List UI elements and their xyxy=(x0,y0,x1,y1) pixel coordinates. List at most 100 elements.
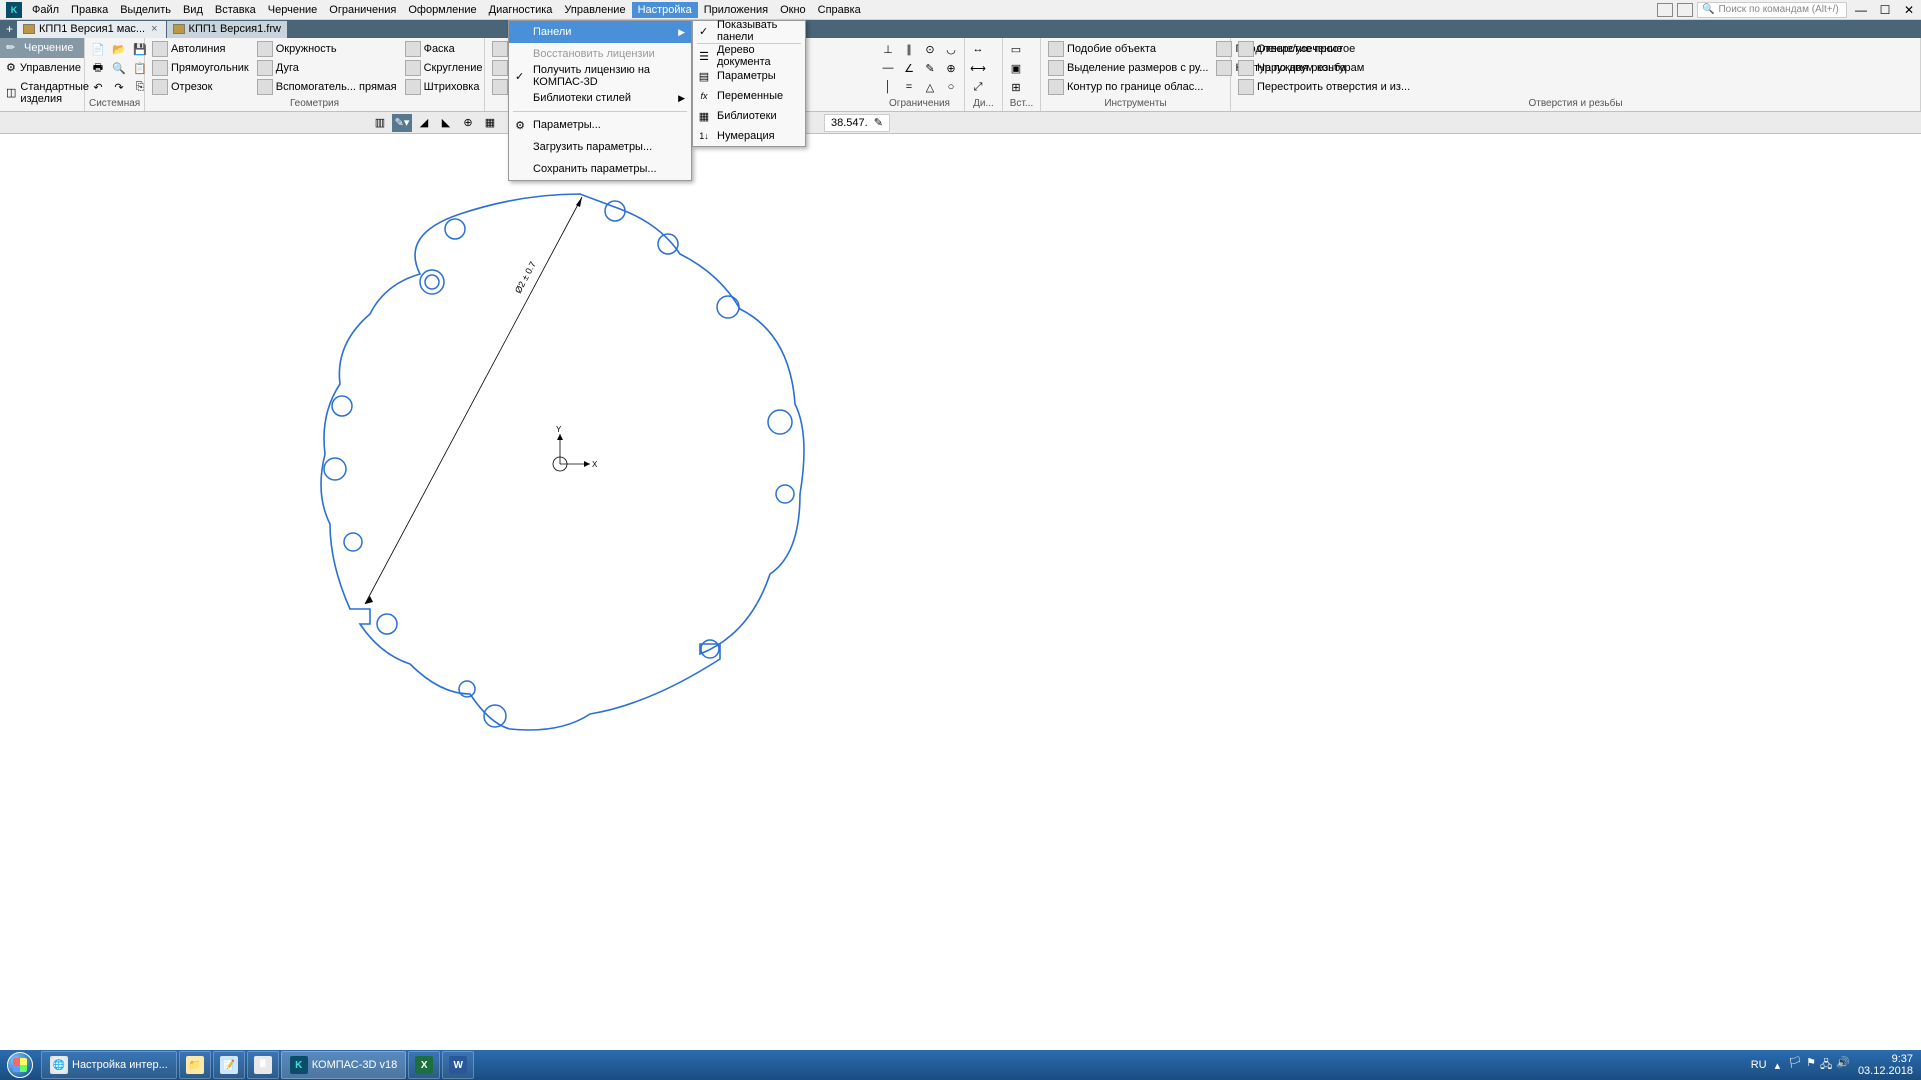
tray-up-icon[interactable]: ▴ xyxy=(1775,1059,1781,1072)
c-icon[interactable]: ∠ xyxy=(900,59,918,77)
opt-btn[interactable]: ◣ xyxy=(436,114,456,132)
btn-contour[interactable]: Контур по границе облас... xyxy=(1045,78,1211,96)
dd-panels[interactable]: Панели▶ xyxy=(509,21,691,43)
c-icon[interactable]: ○ xyxy=(942,78,960,96)
btn-rebuild[interactable]: Перестроить отверстия и из... xyxy=(1235,78,1413,96)
dd-get-license[interactable]: ✓Получить лицензию на КОМПАС-3D xyxy=(509,65,691,87)
tab-close[interactable]: × xyxy=(149,23,159,35)
tab-0[interactable]: КПП1 Версия1 мас... × xyxy=(17,21,166,38)
new-icon[interactable]: 📄 xyxy=(89,40,107,58)
c-icon[interactable]: ∥ xyxy=(900,40,918,58)
print-icon[interactable]: 🖶 xyxy=(89,59,107,77)
menu-apps[interactable]: Приложения xyxy=(698,2,774,18)
close-button[interactable]: ✕ xyxy=(1899,2,1919,18)
start-button[interactable] xyxy=(0,1050,40,1080)
menu-constraints[interactable]: Ограничения xyxy=(323,2,402,18)
opt-btn[interactable]: ◢ xyxy=(414,114,434,132)
btn-chamfer[interactable]: Фаска xyxy=(402,40,486,58)
command-search[interactable]: 🔍Поиск по командам (Alt+/) xyxy=(1697,2,1847,18)
v-icon[interactable]: ▣ xyxy=(1007,59,1025,77)
new-tab-button[interactable]: + xyxy=(2,22,17,36)
menu-window[interactable]: Окно xyxy=(774,2,812,18)
d-icon[interactable]: ⟷ xyxy=(969,59,987,77)
c-icon[interactable]: △ xyxy=(921,78,939,96)
open-icon[interactable]: 📂 xyxy=(110,40,128,58)
v-icon[interactable]: ▭ xyxy=(1007,40,1025,58)
c-icon[interactable]: │ xyxy=(879,78,897,96)
side-manage[interactable]: ⚙ Управление xyxy=(0,58,84,78)
dd-show-panels[interactable]: ✓Показывать панели xyxy=(693,21,805,41)
task-chrome[interactable]: 🌐 Настройка интер... xyxy=(41,1051,177,1079)
network-icon[interactable]: 🖧 xyxy=(1820,1056,1832,1075)
task-kompas[interactable]: K КОМПАС-3D v18 xyxy=(281,1051,406,1079)
d-icon[interactable]: ↔ xyxy=(969,40,987,58)
task-explorer[interactable]: 📁 xyxy=(179,1051,211,1079)
c-icon[interactable]: — xyxy=(879,59,897,77)
dd-numbering[interactable]: 1↓Нумерация xyxy=(693,126,805,146)
dd-style-libs[interactable]: Библиотеки стилей▶ xyxy=(509,87,691,109)
volume-icon[interactable]: 🔊 xyxy=(1836,1056,1850,1075)
menu-edit[interactable]: Правка xyxy=(65,2,114,18)
menu-help[interactable]: Справка xyxy=(812,2,867,18)
task-excel[interactable]: X xyxy=(408,1051,440,1079)
btn-autoline[interactable]: Автолиния xyxy=(149,40,252,58)
btn-auxline[interactable]: Вспомогатель... прямая xyxy=(254,78,400,96)
menu-insert[interactable]: Вставка xyxy=(209,2,262,18)
menu-settings[interactable]: Настройка xyxy=(632,2,698,18)
c-icon[interactable]: ◡ xyxy=(942,40,960,58)
opt-btn[interactable]: ▥ xyxy=(370,114,390,132)
flag-icon[interactable]: 🏳 xyxy=(1788,1056,1802,1075)
side-std-parts[interactable]: ◫ Стандартные изделия xyxy=(0,78,84,108)
redo-icon[interactable]: ↷ xyxy=(110,78,128,96)
tab-1[interactable]: КПП1 Версия1.frw xyxy=(167,21,287,38)
layout-icon-1[interactable] xyxy=(1657,3,1673,17)
c-icon[interactable]: = xyxy=(900,78,918,96)
minimize-button[interactable]: — xyxy=(1851,2,1871,18)
preview-icon[interactable]: 🔍 xyxy=(110,59,128,77)
side-drawing[interactable]: ✏ Черчение xyxy=(0,38,84,58)
menu-select[interactable]: Выделить xyxy=(114,2,177,18)
btn-segment[interactable]: Отрезок xyxy=(149,78,252,96)
action-icon[interactable]: ⚑ xyxy=(1806,1056,1816,1075)
c-icon[interactable]: ⊕ xyxy=(942,59,960,77)
menu-view[interactable]: Вид xyxy=(177,2,209,18)
btn-fillet[interactable]: Скругление xyxy=(402,59,486,77)
dd-params[interactable]: ⚙Параметры... xyxy=(509,114,691,136)
layout-icon-2[interactable] xyxy=(1677,3,1693,17)
c-icon[interactable]: ⊥ xyxy=(879,40,897,58)
drawing-canvas[interactable]: Ø2 ± 0.7 X Y xyxy=(0,134,1921,789)
opt-btn[interactable]: ▦ xyxy=(480,114,500,132)
btn-arc[interactable]: Дуга xyxy=(254,59,400,77)
v-icon[interactable]: ⊞ xyxy=(1007,78,1025,96)
c-icon[interactable]: ✎ xyxy=(921,59,939,77)
menu-manage[interactable]: Управление xyxy=(558,2,631,18)
d-icon[interactable]: ⤢ xyxy=(969,78,987,96)
dd-variables[interactable]: fxПеременные xyxy=(693,86,805,106)
btn-circle[interactable]: Окружность xyxy=(254,40,400,58)
menu-diag[interactable]: Диагностика xyxy=(483,2,559,18)
opt-btn-selected[interactable]: ✎▾ xyxy=(392,114,412,132)
menu-design[interactable]: Оформление xyxy=(402,2,482,18)
dd-load-params[interactable]: Загрузить параметры... xyxy=(509,136,691,158)
c-icon[interactable]: ⊙ xyxy=(921,40,939,58)
task-notepad[interactable]: 📝 xyxy=(213,1051,245,1079)
task-calc[interactable]: 🖩 xyxy=(247,1051,279,1079)
btn-similar[interactable]: Подобие объекта xyxy=(1045,40,1211,58)
btn-hatch[interactable]: Штриховка xyxy=(402,78,486,96)
lang-indicator[interactable]: RU xyxy=(1751,1059,1767,1071)
menu-file[interactable]: Файл xyxy=(26,2,65,18)
btn-thread[interactable]: Наружная резьба xyxy=(1235,59,1413,77)
clock[interactable]: 9:37 03.12.2018 xyxy=(1858,1053,1913,1077)
task-word[interactable]: W xyxy=(442,1051,474,1079)
maximize-button[interactable]: ☐ xyxy=(1875,2,1895,18)
dd-doc-tree[interactable]: ☰Дерево документа xyxy=(693,46,805,66)
dd-libraries[interactable]: ▦Библиотеки xyxy=(693,106,805,126)
opt-btn[interactable]: ⊕ xyxy=(458,114,478,132)
btn-selsize[interactable]: Выделение размеров с ру... xyxy=(1045,59,1211,77)
undo-icon[interactable]: ↶ xyxy=(89,78,107,96)
dd-save-params[interactable]: Сохранить параметры... xyxy=(509,158,691,180)
menu-drawing[interactable]: Черчение xyxy=(262,2,324,18)
btn-hole[interactable]: Отверстие простое xyxy=(1235,40,1413,58)
dd-parameters[interactable]: ▤Параметры xyxy=(693,66,805,86)
btn-rect[interactable]: Прямоугольник xyxy=(149,59,252,77)
